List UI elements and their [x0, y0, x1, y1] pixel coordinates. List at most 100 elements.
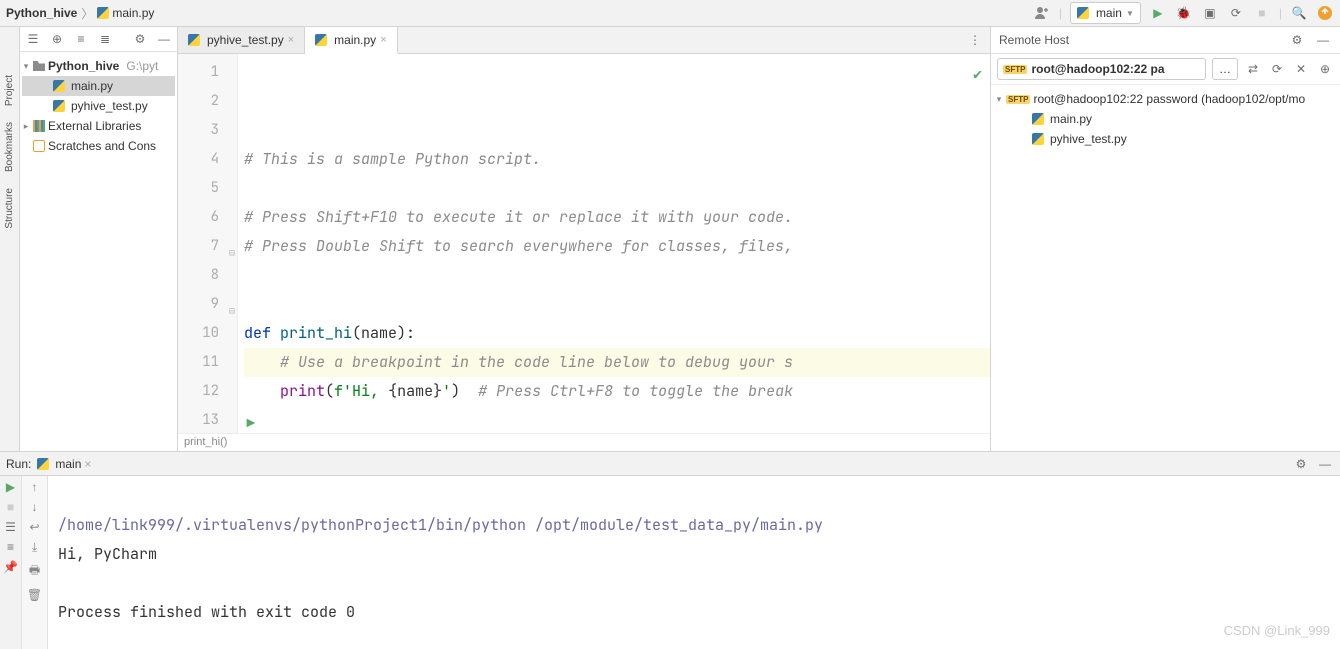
breadcrumb-project[interactable]: Python_hive [6, 6, 77, 20]
remote-browse-button[interactable]: … [1212, 58, 1238, 80]
soft-wrap-icon[interactable]: ↩ [29, 520, 39, 534]
close-icon[interactable]: × [288, 34, 294, 46]
run-action-toolbar: ▶ ■ ☰ ≡ 📌 [0, 476, 22, 649]
select-open-file-icon[interactable]: ⊕ [48, 30, 66, 48]
chevron-down-icon: ▼ [1126, 9, 1134, 18]
left-stripe: Project Bookmarks Structure [0, 27, 20, 451]
libraries-icon [33, 120, 45, 132]
disconnect-icon[interactable]: ✕ [1292, 60, 1310, 78]
console-toolbar: ↑ ↓ ↩ ⤓ 🖶 🗑 [22, 476, 48, 649]
project-file[interactable]: main.py [22, 76, 175, 96]
layout-icon[interactable]: ☰ [5, 520, 16, 534]
editor-tab[interactable]: main.py× [305, 27, 397, 54]
run-tab[interactable]: main × [37, 457, 91, 471]
breadcrumb-sep: 〉 [81, 5, 93, 22]
run-config-selector[interactable]: main ▼ [1070, 2, 1141, 24]
stop-icon: ■ [7, 500, 14, 514]
ide-update-icon[interactable] [1316, 4, 1334, 22]
run-tool-window: Run: main × ⚙ — ▶ ■ ☰ ≡ 📌 ↑ ↓ ↩ ⤓ 🖶 🗑 /h… [0, 451, 1340, 649]
chevron-down-icon: ▾ [22, 61, 30, 72]
run-header: Run: main × ⚙ — [0, 452, 1340, 476]
chevron-right-icon: ▸ [22, 121, 30, 132]
add-user-icon[interactable] [1033, 4, 1051, 22]
clear-icon[interactable]: 🗑 [27, 588, 42, 602]
scroll-end-icon[interactable]: ⤓ [32, 540, 37, 555]
scratches-icon [33, 140, 45, 152]
remote-file[interactable]: main.py [995, 109, 1336, 129]
editor-tab[interactable]: pyhive_test.py× [178, 27, 305, 53]
close-icon[interactable]: × [380, 34, 386, 46]
structure-toolwindow-tab[interactable]: Structure [4, 188, 15, 229]
project-dropdown-icon[interactable]: ☰ [24, 30, 42, 48]
breadcrumbs-bar[interactable]: print_hi() [178, 433, 990, 451]
navigation-bar: Python_hive 〉 main.py | main ▼ ▶ 🐞 ▣ ⟳ ■… [0, 0, 1340, 27]
layout-icon-2[interactable]: ≡ [7, 540, 14, 554]
coverage-button[interactable]: ▣ [1201, 4, 1219, 22]
python-icon [1077, 7, 1089, 19]
chevron-down-icon: ▾ [995, 94, 1003, 105]
remote-host-header: Remote Host ⚙ — [991, 27, 1340, 54]
profile-button[interactable]: ⟳ [1227, 4, 1245, 22]
project-tool-window: ☰ ⊕ ≡ ≣ ⚙ — ▾ Python_hive G:\pyt main.py… [20, 27, 178, 451]
remote-host-toolbar: SFTP root@hadoop102:22 pa … ⇄ ⟳ ✕ ⊕ [991, 54, 1340, 85]
python-file-icon [188, 34, 200, 46]
sync-left-icon[interactable]: ⇄ [1244, 60, 1262, 78]
python-file-icon [53, 80, 65, 92]
code-editor[interactable]: 123456⊟78⊟9101112▶13 ✔ # This is a sampl… [178, 54, 990, 433]
python-file-icon [1032, 133, 1044, 145]
editor-content[interactable]: ✔ # This is a sample Python script. # Pr… [238, 54, 990, 433]
python-file-icon [1032, 113, 1044, 125]
hide-icon[interactable]: — [155, 30, 173, 48]
bookmarks-toolwindow-tab[interactable]: Bookmarks [4, 122, 15, 172]
project-toolwindow-tab[interactable]: Project [4, 75, 15, 106]
print-icon[interactable]: 🖶 [29, 561, 40, 582]
up-icon[interactable]: ↑ [32, 480, 38, 494]
breadcrumb-file[interactable]: main.py [97, 6, 154, 20]
python-file-icon [315, 34, 327, 46]
editor-area: pyhive_test.py×main.py× ⋮ 123456⊟78⊟9101… [178, 27, 990, 451]
gear-icon[interactable]: ⚙ [131, 30, 149, 48]
python-icon [37, 458, 49, 470]
close-icon[interactable]: × [84, 457, 91, 471]
editor-gutter[interactable]: 123456⊟78⊟9101112▶13 [178, 54, 238, 433]
project-root[interactable]: ▾ Python_hive G:\pyt [22, 56, 175, 76]
watermark: CSDN @Link_999 [1224, 616, 1330, 645]
hide-icon[interactable]: — [1314, 31, 1332, 49]
hide-icon[interactable]: — [1316, 455, 1334, 473]
python-file-icon [97, 7, 109, 19]
main-toolbar: | main ▼ ▶ 🐞 ▣ ⟳ ■ | 🔍 [1033, 2, 1334, 24]
project-pane-header: ☰ ⊕ ≡ ≣ ⚙ — [20, 27, 177, 52]
remote-file-tree[interactable]: ▾ SFTP root@hadoop102:22 password (hadoo… [991, 85, 1340, 153]
refresh-icon[interactable]: ⟳ [1268, 60, 1286, 78]
breadcrumb[interactable]: Python_hive 〉 main.py [6, 5, 154, 22]
add-icon[interactable]: ⊕ [1316, 60, 1334, 78]
remote-server-combo[interactable]: SFTP root@hadoop102:22 pa [997, 58, 1206, 80]
down-icon[interactable]: ↓ [32, 500, 38, 514]
stop-button: ■ [1253, 4, 1271, 22]
rerun-icon[interactable]: ▶ [6, 480, 15, 494]
gear-icon[interactable]: ⚙ [1292, 455, 1310, 473]
project-file[interactable]: pyhive_test.py [22, 96, 175, 116]
gear-icon[interactable]: ⚙ [1288, 31, 1306, 49]
python-file-icon [53, 100, 65, 112]
collapse-all-icon[interactable]: ≣ [96, 30, 114, 48]
tabs-more-icon[interactable]: ⋮ [966, 31, 984, 49]
folder-icon [33, 61, 45, 71]
pin-icon[interactable]: 📌 [3, 560, 18, 574]
search-everywhere-icon[interactable]: 🔍 [1290, 4, 1308, 22]
sftp-icon: SFTP [1003, 65, 1027, 74]
scratches[interactable]: ▸ Scratches and Cons [22, 136, 175, 156]
remote-root[interactable]: ▾ SFTP root@hadoop102:22 password (hadoo… [995, 89, 1336, 109]
run-label: Run: [6, 457, 31, 471]
remote-host-tool-window: Remote Host ⚙ — SFTP root@hadoop102:22 p… [990, 27, 1340, 451]
inspection-ok-icon[interactable]: ✔ [973, 60, 982, 89]
remote-file[interactable]: pyhive_test.py [995, 129, 1336, 149]
run-button[interactable]: ▶ [1149, 4, 1167, 22]
editor-tabs: pyhive_test.py×main.py× ⋮ [178, 27, 990, 54]
project-tree[interactable]: ▾ Python_hive G:\pyt main.pypyhive_test.… [20, 52, 177, 160]
sftp-icon: SFTP [1006, 95, 1030, 104]
run-console[interactable]: /home/link999/.virtualenvs/pythonProject… [48, 476, 1340, 649]
debug-button[interactable]: 🐞 [1175, 4, 1193, 22]
external-libraries[interactable]: ▸ External Libraries [22, 116, 175, 136]
expand-all-icon[interactable]: ≡ [72, 30, 90, 48]
